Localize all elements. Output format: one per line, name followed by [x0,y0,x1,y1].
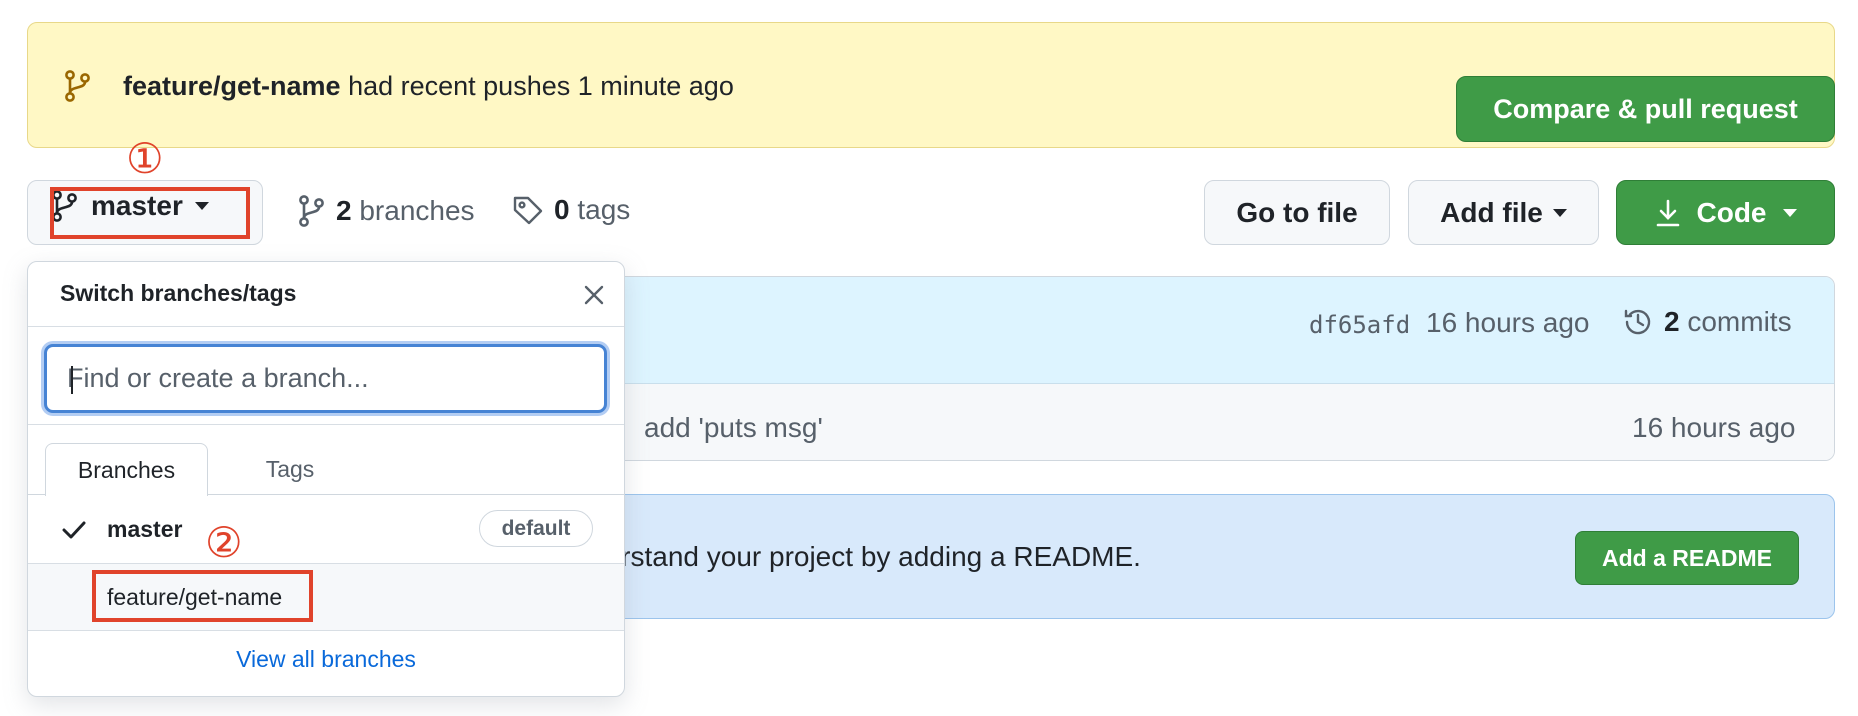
compare-pull-request-button[interactable]: Compare & pull request [1456,76,1835,142]
annotation-highlight-branch-button [50,187,250,239]
check-icon [62,520,86,540]
add-readme-button[interactable]: Add a README [1575,531,1799,585]
divider [28,424,624,425]
commits-label: commits [1687,306,1792,337]
commit-sha[interactable]: df65afd [1309,311,1410,339]
branch-item-master[interactable]: master default [28,496,624,562]
download-icon [1655,198,1681,228]
add-file-label: Add file [1440,196,1543,228]
divider [28,326,624,327]
close-icon[interactable] [583,284,605,306]
tab-branches[interactable]: Branches [45,443,208,496]
file-row-time: 16 hours ago [1632,412,1796,443]
banner-message: feature/get-name had recent pushes 1 min… [123,69,734,103]
branch-search-field[interactable] [44,344,607,413]
branches-link[interactable]: 2 branches [296,194,475,228]
git-branch-icon [62,69,92,103]
annotation-marker-1: ① [126,134,164,183]
default-badge: default [479,510,593,547]
file-row-commit-message[interactable]: add 'puts msg' [644,412,823,444]
commits-count: 2 [1664,306,1680,337]
dropdown-title: Switch branches/tags [60,280,297,306]
branches-count: 2 [336,195,352,226]
history-icon [1622,306,1654,338]
add-file-button[interactable]: Add file [1408,180,1599,245]
banner-text: had recent pushes 1 minute ago [340,71,734,101]
banner-branch-name[interactable]: feature/get-name [123,71,341,101]
go-to-file-label: Go to file [1236,196,1358,228]
tags-label: tags [577,194,631,225]
annotation-marker-2: ② [205,518,243,567]
code-label: Code [1696,196,1767,228]
tab-tags[interactable]: Tags [235,443,345,496]
tag-icon [512,194,544,226]
branches-label: branches [359,195,475,226]
view-all-branches-link[interactable]: View all branches [28,646,624,673]
annotation-highlight-feature-branch [92,570,313,622]
branch-item-label: master [107,516,183,542]
readme-prompt-text: derstand your project by adding a README… [590,541,1141,572]
go-to-file-button[interactable]: Go to file [1204,180,1390,245]
commit-time: 16 hours ago [1426,307,1590,338]
git-branch-icon [296,194,326,228]
tags-link[interactable]: 0 tags [512,194,630,226]
tags-count: 0 [554,194,570,225]
branch-switch-dropdown: Switch branches/tags Branches Tags maste… [27,261,625,697]
code-button[interactable]: Code [1616,180,1835,245]
branch-search-input[interactable] [47,347,604,410]
chevron-down-icon [1782,208,1797,217]
chevron-down-icon [1552,208,1567,217]
commits-link[interactable]: 2 commits [1622,306,1792,338]
recent-push-banner: feature/get-name had recent pushes 1 min… [27,22,1835,148]
text-cursor [71,366,73,394]
